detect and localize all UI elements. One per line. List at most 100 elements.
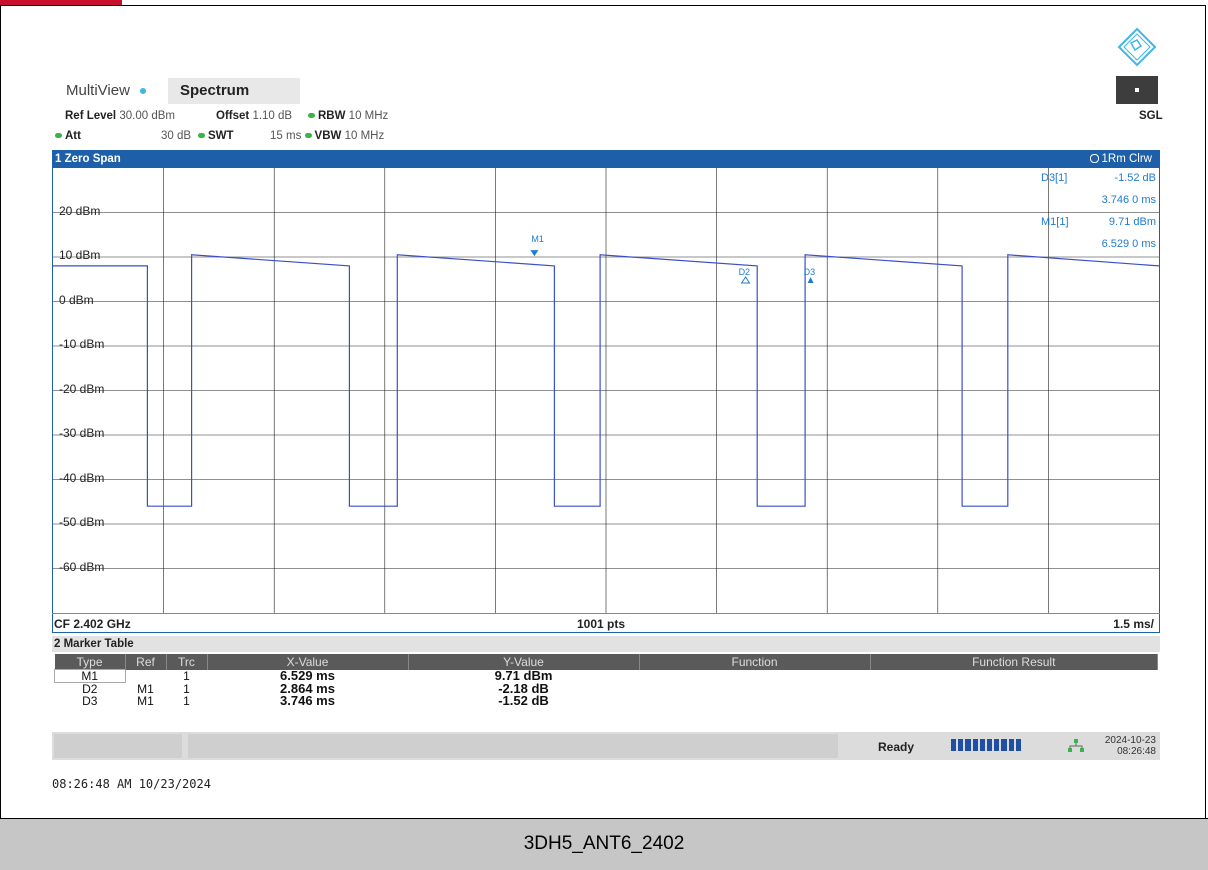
cell-function bbox=[639, 683, 870, 696]
trace-label: 1Rm Clrw bbox=[1101, 153, 1152, 165]
caption-text: 3DH5_ANT6_2402 bbox=[523, 833, 685, 854]
overflow-menu-button[interactable] bbox=[1116, 76, 1158, 104]
marker-label: D2 bbox=[739, 267, 751, 277]
cell-function-result bbox=[870, 695, 1158, 707]
network-icon bbox=[1068, 739, 1084, 752]
tab-indicator-icon bbox=[139, 88, 146, 95]
sweep-points: 1001 pts bbox=[577, 617, 626, 631]
vbw-label: VBW bbox=[314, 130, 342, 142]
cell-trc: 1 bbox=[183, 694, 190, 708]
swt-value: 15 ms bbox=[270, 130, 302, 142]
ref-level-value: 30.00 dBm bbox=[119, 110, 175, 122]
sweep-progress-bar bbox=[951, 739, 1022, 751]
tab-multiview-label: MultiView bbox=[66, 82, 130, 99]
table-row[interactable]: D3 M1 1 3.746 ms -1.52 dB bbox=[55, 693, 1158, 708]
column-header: Ref bbox=[125, 654, 167, 670]
sgl-indicator: SGL bbox=[1139, 110, 1163, 122]
att-value: 30 dB bbox=[161, 130, 192, 142]
att-param: Att bbox=[55, 130, 81, 142]
swt-param: SWT bbox=[198, 130, 234, 142]
column-header: Trc bbox=[166, 654, 208, 670]
column-header: Function bbox=[639, 654, 871, 670]
cell-ref bbox=[125, 670, 166, 683]
swt-value-param: 15 ms VBW 10 MHz bbox=[270, 130, 384, 142]
cell-function bbox=[639, 670, 870, 683]
capture-timestamp: 08:26:48 AM 10/23/2024 bbox=[52, 777, 211, 791]
cell-type: M1 bbox=[54, 669, 126, 683]
y-tick-label: -30 dBm bbox=[59, 426, 105, 440]
status-time: 08:26:48 bbox=[1117, 746, 1156, 757]
marker-label: D3 bbox=[804, 267, 816, 277]
marker-label: M1 bbox=[531, 234, 544, 244]
status-ready: Ready bbox=[878, 740, 915, 754]
vbw-coupled-icon bbox=[304, 133, 312, 139]
trace-plot: M1 D2 D3 bbox=[53, 168, 1159, 613]
offset-value: 1.10 dB bbox=[252, 110, 293, 122]
menu-dot-icon bbox=[1135, 88, 1139, 92]
tab-multiview[interactable]: MultiView bbox=[58, 78, 154, 104]
offset-param: Offset 1.10 dB bbox=[216, 110, 292, 122]
tab-spectrum-label: Spectrum bbox=[180, 82, 250, 99]
y-tick-label: -60 dBm bbox=[59, 559, 105, 574]
marker-info-value: -1.52 dB bbox=[1114, 172, 1156, 184]
y-tick-label: 0 dBm bbox=[59, 292, 94, 307]
center-frequency: CF 2.402 GHz bbox=[54, 617, 131, 631]
cell-function-result bbox=[870, 683, 1158, 696]
rohde-schwarz-logo-icon bbox=[1117, 27, 1157, 67]
cell-y-value: -1.52 dB bbox=[498, 693, 549, 708]
caption-bar: 3DH5_ANT6_2402 bbox=[0, 818, 1208, 870]
marker-table-title-text: 2 Marker Table bbox=[54, 638, 134, 650]
ref-level-label: Ref Level bbox=[65, 110, 117, 122]
status-datetime: 2024-10-23 08:26:48 bbox=[1105, 735, 1156, 757]
rbw-label: RBW bbox=[318, 110, 346, 122]
marker-info-label: M1[1] bbox=[1041, 216, 1069, 228]
time-per-division: 1.5 ms/ bbox=[1113, 617, 1154, 631]
swt-label: SWT bbox=[208, 130, 234, 142]
y-tick-label: 20 dBm bbox=[59, 203, 101, 218]
marker-info-label: D3[1] bbox=[1041, 172, 1068, 184]
y-tick-label: -40 dBm bbox=[59, 470, 105, 485]
marker-table-header: Type Ref Trc X-Value Y-Value Function Fu… bbox=[54, 654, 1158, 670]
cell-function-result bbox=[870, 670, 1158, 683]
column-header: Type bbox=[54, 654, 126, 670]
offset-label: Offset bbox=[216, 110, 250, 122]
att-label: Att bbox=[65, 130, 81, 142]
rbw-param: RBW 10 MHz bbox=[308, 110, 388, 122]
y-tick-label: -20 dBm bbox=[59, 381, 105, 396]
vbw-value: 10 MHz bbox=[344, 130, 385, 142]
marker-info-value: 3.746 0 ms bbox=[1101, 194, 1156, 206]
trace-indicator: 1Rm Clrw bbox=[1089, 150, 1152, 168]
att-value-param: 30 dB bbox=[161, 130, 191, 142]
status-message-field bbox=[188, 734, 838, 758]
status-bar: Ready 2024-10-23 08:26:48 bbox=[52, 732, 1160, 760]
cell-trc: 1 bbox=[183, 669, 190, 683]
marker-info-value: 6.529 0 ms bbox=[1101, 238, 1156, 250]
rbw-value: 10 MHz bbox=[348, 110, 389, 122]
column-header: Function Result bbox=[870, 654, 1158, 670]
marker-d2-icon bbox=[740, 276, 751, 284]
diagram-title: 1 Zero Span bbox=[55, 153, 121, 165]
cell-function bbox=[639, 695, 870, 707]
status-date: 2024-10-23 bbox=[1104, 735, 1156, 746]
status-field bbox=[54, 734, 182, 758]
diagram-footer: CF 2.402 GHz 1001 pts 1.5 ms/ bbox=[52, 613, 1160, 634]
marker-info-value: 9.71 dBm bbox=[1108, 216, 1156, 228]
table-row[interactable]: M1 1 6.529 ms 9.71 dBm bbox=[54, 669, 1158, 683]
marker-m1-icon bbox=[530, 250, 539, 257]
table-row[interactable]: D2 M1 1 2.864 ms -2.18 dB bbox=[55, 682, 1158, 696]
y-tick-label: -10 dBm bbox=[59, 337, 105, 351]
cell-x-value: 3.746 ms bbox=[280, 693, 335, 708]
ref-level-param: Ref Level 30.00 dBm bbox=[65, 110, 175, 122]
trace-dot-icon bbox=[1089, 154, 1099, 164]
marker-table-title: 2 Marker Table bbox=[52, 636, 1160, 652]
rbw-coupled-icon bbox=[308, 113, 315, 119]
cell-type: D3 bbox=[82, 694, 98, 708]
y-tick-label: -50 dBm bbox=[59, 515, 105, 529]
swt-coupled-icon bbox=[198, 133, 205, 139]
marker-table: Type Ref Trc X-Value Y-Value Function Fu… bbox=[54, 654, 1158, 707]
tab-spectrum[interactable]: Spectrum bbox=[168, 78, 300, 104]
diagram-title-bar: 1 Zero Span 1Rm Clrw bbox=[52, 150, 1160, 168]
y-tick-label: 10 dBm bbox=[59, 248, 101, 262]
marker-d3-icon bbox=[807, 277, 814, 284]
cell-ref: M1 bbox=[137, 694, 154, 708]
